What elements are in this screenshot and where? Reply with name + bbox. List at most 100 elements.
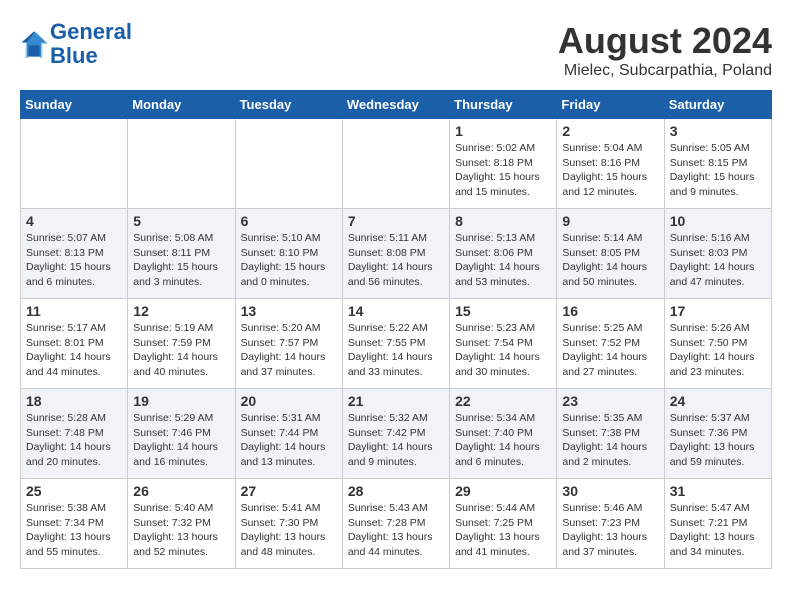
day-number: 28 (348, 483, 444, 499)
day-number: 15 (455, 303, 551, 319)
calendar-cell: 14 Sunrise: 5:22 AM Sunset: 7:55 PM Dayli… (342, 299, 449, 389)
main-title: August 2024 (558, 20, 772, 62)
calendar-cell (21, 119, 128, 209)
calendar-cell: 5 Sunrise: 5:08 AM Sunset: 8:11 PM Daylig… (128, 209, 235, 299)
day-number: 17 (670, 303, 766, 319)
logo-line1: General (50, 19, 132, 44)
day-number: 20 (241, 393, 337, 409)
day-info: Sunrise: 5:32 AM Sunset: 7:42 PM Dayligh… (348, 411, 444, 470)
weekday-header: Tuesday (235, 91, 342, 119)
day-number: 12 (133, 303, 229, 319)
calendar-cell: 28 Sunrise: 5:43 AM Sunset: 7:28 PM Dayli… (342, 479, 449, 569)
calendar-cell: 11 Sunrise: 5:17 AM Sunset: 8:01 PM Dayli… (21, 299, 128, 389)
calendar-cell: 22Sunrise: 5:34 AM Sunset: 7:40 PM Dayli… (450, 389, 557, 479)
calendar-cell: 31Sunrise: 5:47 AM Sunset: 7:21 PM Dayli… (664, 479, 771, 569)
day-number: 31 (670, 483, 766, 499)
day-info: Sunrise: 5:07 AM Sunset: 8:13 PM Dayligh… (26, 231, 122, 290)
day-info: Sunrise: 5:43 AM Sunset: 7:28 PM Dayligh… (348, 501, 444, 560)
calendar-cell: 13 Sunrise: 5:20 AM Sunset: 7:57 PM Dayli… (235, 299, 342, 389)
day-info: Sunrise: 5:38 AM Sunset: 7:34 PM Dayligh… (26, 501, 122, 560)
day-number: 1 (455, 123, 551, 139)
calendar-cell: 9 Sunrise: 5:14 AM Sunset: 8:05 PM Daylig… (557, 209, 664, 299)
day-number: 21 (348, 393, 444, 409)
calendar-cell: 16 Sunrise: 5:25 AM Sunset: 7:52 PM Dayli… (557, 299, 664, 389)
calendar-week-row: 4 Sunrise: 5:07 AM Sunset: 8:13 PM Daylig… (21, 209, 772, 299)
calendar-cell: 25 Sunrise: 5:38 AM Sunset: 7:34 PM Dayli… (21, 479, 128, 569)
day-info: Sunrise: 5:37 AM Sunset: 7:36 PM Dayligh… (670, 411, 766, 470)
calendar-cell: 19 Sunrise: 5:29 AM Sunset: 7:46 PM Dayli… (128, 389, 235, 479)
day-info: Sunrise: 5:41 AM Sunset: 7:30 PM Dayligh… (241, 501, 337, 560)
calendar-cell: 15 Sunrise: 5:23 AM Sunset: 7:54 PM Dayli… (450, 299, 557, 389)
day-info: Sunrise: 5:10 AM Sunset: 8:10 PM Dayligh… (241, 231, 337, 290)
day-info: Sunrise: 5:16 AM Sunset: 8:03 PM Dayligh… (670, 231, 766, 290)
calendar-cell: 6 Sunrise: 5:10 AM Sunset: 8:10 PM Daylig… (235, 209, 342, 299)
day-number: 16 (562, 303, 658, 319)
calendar-cell: 29Sunrise: 5:44 AM Sunset: 7:25 PM Dayli… (450, 479, 557, 569)
day-number: 7 (348, 213, 444, 229)
day-info: Sunrise: 5:29 AM Sunset: 7:46 PM Dayligh… (133, 411, 229, 470)
day-info: Sunrise: 5:19 AM Sunset: 7:59 PM Dayligh… (133, 321, 229, 380)
day-number: 26 (133, 483, 229, 499)
day-number: 25 (26, 483, 122, 499)
day-info: Sunrise: 5:11 AM Sunset: 8:08 PM Dayligh… (348, 231, 444, 290)
day-info: Sunrise: 5:40 AM Sunset: 7:32 PM Dayligh… (133, 501, 229, 560)
weekday-header: Sunday (21, 91, 128, 119)
calendar-week-row: 11 Sunrise: 5:17 AM Sunset: 8:01 PM Dayli… (21, 299, 772, 389)
day-info: Sunrise: 5:46 AM Sunset: 7:23 PM Dayligh… (562, 501, 658, 560)
day-number: 13 (241, 303, 337, 319)
weekday-header: Friday (557, 91, 664, 119)
calendar-cell: 24Sunrise: 5:37 AM Sunset: 7:36 PM Dayli… (664, 389, 771, 479)
day-info: Sunrise: 5:17 AM Sunset: 8:01 PM Dayligh… (26, 321, 122, 380)
day-number: 23 (562, 393, 658, 409)
day-number: 6 (241, 213, 337, 229)
day-info: Sunrise: 5:25 AM Sunset: 7:52 PM Dayligh… (562, 321, 658, 380)
day-info: Sunrise: 5:14 AM Sunset: 8:05 PM Dayligh… (562, 231, 658, 290)
day-info: Sunrise: 5:02 AM Sunset: 8:18 PM Dayligh… (455, 141, 551, 200)
day-number: 2 (562, 123, 658, 139)
day-info: Sunrise: 5:20 AM Sunset: 7:57 PM Dayligh… (241, 321, 337, 380)
weekday-header: Monday (128, 91, 235, 119)
calendar-cell: 2 Sunrise: 5:04 AM Sunset: 8:16 PM Daylig… (557, 119, 664, 209)
calendar-cell: 1 Sunrise: 5:02 AM Sunset: 8:18 PM Daylig… (450, 119, 557, 209)
day-info: Sunrise: 5:08 AM Sunset: 8:11 PM Dayligh… (133, 231, 229, 290)
calendar-cell: 30 Sunrise: 5:46 AM Sunset: 7:23 PM Dayli… (557, 479, 664, 569)
logo: General Blue (20, 20, 132, 68)
day-number: 10 (670, 213, 766, 229)
day-info: Sunrise: 5:04 AM Sunset: 8:16 PM Dayligh… (562, 141, 658, 200)
calendar-cell: 27Sunrise: 5:41 AM Sunset: 7:30 PM Dayli… (235, 479, 342, 569)
day-number: 9 (562, 213, 658, 229)
day-number: 5 (133, 213, 229, 229)
calendar-cell: 4 Sunrise: 5:07 AM Sunset: 8:13 PM Daylig… (21, 209, 128, 299)
calendar-cell: 21 Sunrise: 5:32 AM Sunset: 7:42 PM Dayli… (342, 389, 449, 479)
calendar-cell (128, 119, 235, 209)
day-number: 19 (133, 393, 229, 409)
weekday-header: Thursday (450, 91, 557, 119)
calendar-cell: 8Sunrise: 5:13 AM Sunset: 8:06 PM Daylig… (450, 209, 557, 299)
day-number: 18 (26, 393, 122, 409)
calendar-cell: 12 Sunrise: 5:19 AM Sunset: 7:59 PM Dayli… (128, 299, 235, 389)
day-info: Sunrise: 5:31 AM Sunset: 7:44 PM Dayligh… (241, 411, 337, 470)
calendar-cell (235, 119, 342, 209)
day-info: Sunrise: 5:13 AM Sunset: 8:06 PM Dayligh… (455, 231, 551, 290)
day-info: Sunrise: 5:35 AM Sunset: 7:38 PM Dayligh… (562, 411, 658, 470)
calendar-cell: 17Sunrise: 5:26 AM Sunset: 7:50 PM Dayli… (664, 299, 771, 389)
logo-line2: Blue (50, 43, 98, 68)
calendar-table: SundayMondayTuesdayWednesdayThursdayFrid… (20, 90, 772, 569)
calendar-cell: 26 Sunrise: 5:40 AM Sunset: 7:32 PM Dayli… (128, 479, 235, 569)
day-number: 14 (348, 303, 444, 319)
day-number: 11 (26, 303, 122, 319)
day-number: 30 (562, 483, 658, 499)
calendar-cell (342, 119, 449, 209)
calendar-cell: 3Sunrise: 5:05 AM Sunset: 8:15 PM Daylig… (664, 119, 771, 209)
title-block: August 2024 Mielec, Subcarpathia, Poland (558, 20, 772, 80)
day-info: Sunrise: 5:22 AM Sunset: 7:55 PM Dayligh… (348, 321, 444, 380)
calendar-week-row: 25 Sunrise: 5:38 AM Sunset: 7:34 PM Dayli… (21, 479, 772, 569)
logo-icon (20, 30, 48, 58)
calendar-cell: 20 Sunrise: 5:31 AM Sunset: 7:44 PM Dayli… (235, 389, 342, 479)
day-number: 3 (670, 123, 766, 139)
day-info: Sunrise: 5:23 AM Sunset: 7:54 PM Dayligh… (455, 321, 551, 380)
page-header: General Blue August 2024 Mielec, Subcarp… (20, 20, 772, 80)
calendar-cell: 18Sunrise: 5:28 AM Sunset: 7:48 PM Dayli… (21, 389, 128, 479)
day-number: 22 (455, 393, 551, 409)
day-number: 4 (26, 213, 122, 229)
